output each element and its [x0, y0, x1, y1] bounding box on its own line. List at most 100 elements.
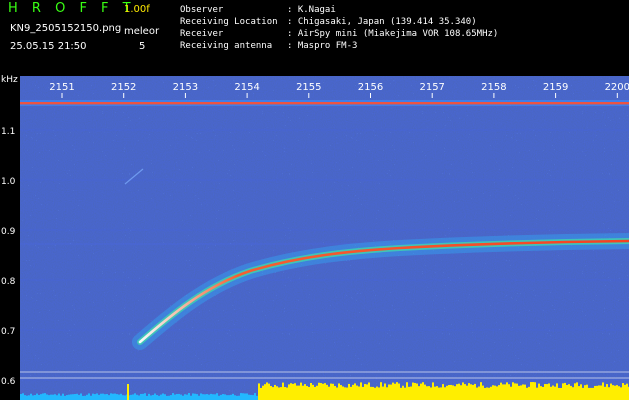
level-bar	[526, 387, 528, 400]
level-bar	[262, 385, 264, 400]
level-bar	[510, 386, 512, 400]
level-bar	[618, 386, 620, 400]
time-label-2157: 2157	[419, 82, 444, 93]
level-bar	[162, 393, 164, 400]
level-bar	[134, 393, 136, 400]
level-bar	[596, 385, 598, 400]
level-bar	[144, 393, 146, 400]
level-bar	[34, 395, 36, 400]
time-label-2155: 2155	[296, 82, 321, 93]
freq-label-0-9: 0.9	[1, 227, 16, 237]
level-bar	[284, 387, 286, 400]
level-bar	[88, 393, 90, 400]
level-bar	[512, 382, 514, 400]
level-bar	[200, 393, 202, 400]
level-bar	[392, 382, 394, 400]
level-bar	[590, 387, 592, 400]
level-bar	[156, 394, 158, 400]
level-bar	[112, 393, 114, 400]
level-bar	[326, 384, 328, 400]
level-bar	[68, 394, 70, 400]
level-bar	[340, 385, 342, 400]
level-bar	[252, 395, 254, 400]
level-bar	[500, 382, 502, 400]
level-bar	[330, 383, 332, 400]
time-label-2156: 2156	[358, 82, 383, 93]
level-bar	[424, 384, 426, 400]
level-bar	[622, 383, 624, 400]
level-bar	[184, 394, 186, 400]
time-label-2153: 2153	[173, 82, 198, 93]
level-bar	[600, 385, 602, 400]
level-bar	[216, 393, 218, 400]
level-bar	[552, 385, 554, 400]
level-bar	[382, 386, 384, 400]
level-bar	[570, 385, 572, 400]
freq-label-0-7: 0.7	[1, 327, 15, 337]
level-bar	[228, 395, 230, 400]
freq-label-1-0: 1.0	[1, 177, 16, 187]
level-bar	[100, 393, 102, 400]
level-bar	[254, 393, 256, 400]
level-bar	[266, 382, 268, 400]
level-bar	[118, 394, 120, 400]
level-bar	[136, 394, 138, 400]
level-bar	[70, 394, 72, 400]
time-label-2154: 2154	[234, 82, 259, 93]
level-bar	[178, 393, 180, 400]
level-bar	[408, 386, 410, 400]
level-bar	[24, 395, 26, 400]
freq-label-1-1: 1.1	[1, 127, 15, 137]
level-bar	[202, 394, 204, 400]
level-bar	[454, 386, 456, 400]
level-bar	[444, 387, 446, 400]
level-bar	[432, 382, 434, 400]
level-bar	[300, 382, 302, 400]
level-bar	[456, 384, 458, 400]
level-bar	[544, 384, 546, 400]
level-bar	[434, 386, 436, 400]
level-bar	[158, 395, 160, 400]
level-bar	[344, 387, 346, 400]
level-bar	[226, 395, 228, 400]
level-bar	[46, 394, 48, 400]
level-bar	[84, 395, 86, 400]
level-bar	[460, 385, 462, 400]
file-name: KN9_2505152150.png	[10, 23, 122, 34]
level-bar	[560, 387, 562, 400]
app-version: 1.00f	[124, 4, 150, 15]
level-bar	[400, 387, 402, 400]
level-bar	[624, 384, 626, 400]
level-bar	[60, 395, 62, 400]
level-bar	[584, 385, 586, 400]
level-bar	[488, 387, 490, 400]
level-bar	[566, 384, 568, 400]
level-bar	[586, 384, 588, 400]
level-bar	[556, 383, 558, 400]
level-bar	[422, 382, 424, 400]
level-bar	[90, 395, 92, 400]
level-bar	[294, 383, 296, 400]
level-bar	[530, 382, 532, 400]
level-bar	[286, 387, 288, 400]
level-bar	[58, 393, 60, 400]
carrier-line	[20, 102, 629, 105]
level-bar	[104, 394, 106, 400]
level-bar	[130, 394, 132, 400]
level-bar	[416, 383, 418, 400]
level-bar	[440, 387, 442, 400]
level-bar	[44, 393, 46, 400]
level-bar	[274, 384, 276, 400]
level-bar	[40, 394, 42, 400]
level-bar	[502, 384, 504, 400]
level-bar	[236, 395, 238, 400]
level-bar	[30, 393, 32, 400]
level-bar	[328, 386, 330, 400]
level-bar	[594, 385, 596, 400]
level-bar	[306, 385, 308, 400]
level-bar	[366, 384, 368, 400]
level-bar	[356, 385, 358, 400]
level-bar	[268, 383, 270, 400]
level-bar	[280, 387, 282, 400]
level-bar	[66, 395, 68, 400]
